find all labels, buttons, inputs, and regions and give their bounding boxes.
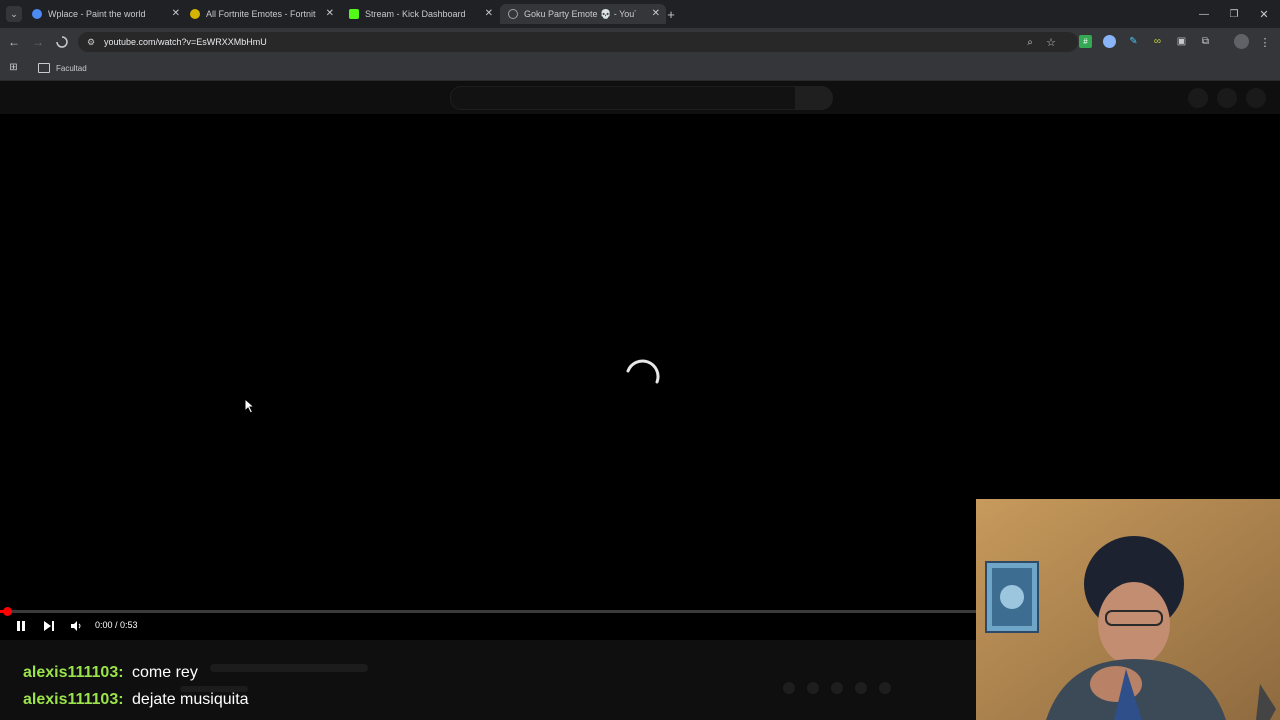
youtube-header [0,81,1280,114]
action-skeleton-5 [879,682,891,694]
action-skeleton-1 [783,682,795,694]
progress-bar[interactable] [0,607,976,616]
notifications-icon[interactable] [1217,88,1237,108]
youtube-loading-icon [508,9,518,19]
action-skeleton-3 [831,682,843,694]
address-bar[interactable]: ⚙ youtube.com/watch?v=EsWRXXMbHmU ⌕ ☆ [78,32,1078,52]
bookmark-folder-facultad[interactable]: Facultad [38,60,87,76]
chat-text: come rey [132,664,198,681]
arrow-right-icon: → [32,35,44,49]
skip-next-icon [44,621,54,631]
tab-title: Wplace - Paint the world [48,9,146,19]
create-icon[interactable] [1188,88,1208,108]
progress-scrubber[interactable] [3,607,12,616]
tab-search-button[interactable]: ⌄ [6,6,22,22]
bookmark-star-icon[interactable]: ☆ [1044,35,1058,49]
account-avatar-icon[interactable] [1246,88,1266,108]
chat-username: alexis111103: [23,664,124,681]
tab-youtube-goku[interactable]: Goku Party Emote 💀 - YouTub ✕ [500,4,666,24]
chat-message: alexis111103: come rey [23,664,198,682]
close-icon[interactable]: ✕ [652,8,660,19]
minimize-icon: — [1199,8,1209,20]
tab-title: All Fortnite Emotes - Fortnite.G [206,9,316,19]
volume-icon [71,621,81,631]
webcam-feed-image [976,499,1280,720]
extension-blue-circle-icon[interactable] [1103,35,1116,48]
search-button[interactable] [795,86,833,110]
chat-username: alexis111103: [23,691,124,708]
time-display: 0:00 / 0:53 [95,620,138,630]
site-info-icon[interactable]: ⚙ [84,35,98,49]
close-icon[interactable]: ✕ [172,8,180,19]
browser-tab-strip: ⌄ Wplace - Paint the world ✕ All Fortnit… [0,0,1280,28]
action-skeleton-2 [807,682,819,694]
extension-translate-icon[interactable]: ✎ [1127,35,1140,48]
bookmarks-bar: ⊞ Facultad [0,56,1280,81]
close-icon[interactable]: ✕ [326,8,334,19]
profile-avatar-icon[interactable] [1234,34,1249,49]
fortnite-icon [190,9,200,19]
bookmark-label: Facultad [56,63,87,73]
chevron-down-icon: ⌄ [10,8,18,19]
folder-icon [38,63,50,73]
tab-fortnite-emotes[interactable]: All Fortnite Emotes - Fortnite.G ✕ [190,4,334,24]
tab-title: Goku Party Emote 💀 - YouTub [524,8,636,19]
back-button[interactable]: ← [6,34,22,50]
video-player[interactable] [0,114,976,610]
action-skeleton-4 [855,682,867,694]
menu-kebab-icon[interactable]: ⋮ [1258,34,1272,50]
browser-toolbar: ← → ⚙ youtube.com/watch?v=EsWRXXMbHmU ⌕ … [0,28,1280,56]
stop-loading-button[interactable] [54,34,70,50]
tab-title: Stream - Kick Dashboard [365,9,466,19]
player-controls: 0:00 / 0:53 [0,607,976,640]
apps-grid-icon[interactable]: ⊞ [7,61,20,74]
pause-icon [17,621,25,631]
mouse-cursor-icon [244,398,256,414]
new-tab-button[interactable]: + [664,6,678,22]
restore-icon: ❐ [1229,8,1239,20]
window-close-button[interactable]: ✕ [1256,6,1272,22]
loading-spinner-icon [626,359,660,384]
arrow-left-icon: ← [8,35,20,49]
title-skeleton [210,664,368,672]
plus-icon: + [667,6,675,22]
globe-icon [32,9,42,19]
tab-kick-dashboard[interactable]: Stream - Kick Dashboard ✕ [349,4,493,24]
extension-green-icon[interactable]: # [1079,35,1092,48]
zoom-icon[interactable]: ⌕ [1023,35,1037,49]
chat-message: alexis111103: dejate musiquita [23,691,249,709]
close-icon: ✕ [1259,8,1269,21]
tab-wplace[interactable]: Wplace - Paint the world ✕ [32,4,180,24]
chat-text: dejate musiquita [132,691,249,708]
restore-button[interactable]: ❐ [1226,6,1242,22]
extensions-puzzle-icon[interactable]: ⧉ [1199,35,1212,48]
address-url: youtube.com/watch?v=EsWRXXMbHmU [104,37,267,47]
mute-button[interactable] [67,618,85,634]
extension-screen-icon[interactable]: ▣ [1175,35,1188,48]
forward-button[interactable]: → [30,34,46,50]
search-input[interactable] [450,86,796,110]
loading-spinner-icon [56,36,68,48]
close-icon[interactable]: ✕ [485,8,493,19]
next-button[interactable] [40,618,58,634]
pause-button[interactable] [12,618,30,634]
extension-yellow-icon[interactable]: ∞ [1151,35,1164,48]
kick-icon [349,9,359,19]
webcam-overlay [976,499,1280,720]
minimize-button[interactable]: — [1196,6,1212,22]
